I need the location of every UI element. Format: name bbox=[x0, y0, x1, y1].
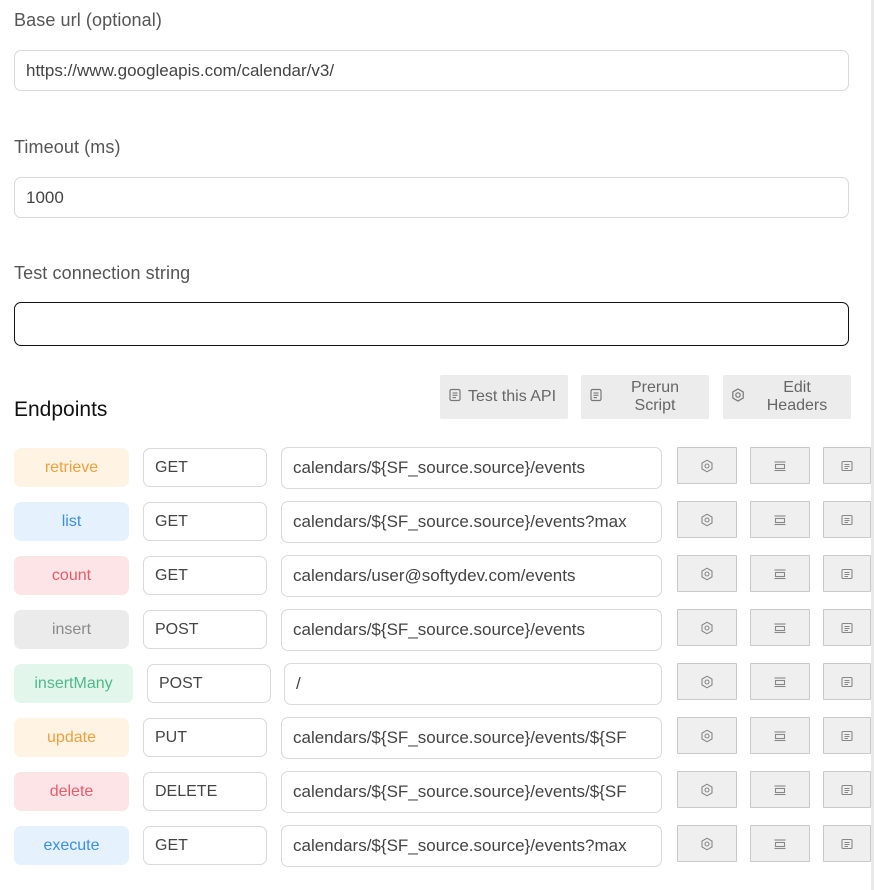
endpoint-document-button[interactable] bbox=[823, 447, 871, 484]
endpoint-row: retrieve bbox=[0, 447, 874, 489]
gear-icon bbox=[700, 837, 714, 851]
endpoint-document-button[interactable] bbox=[823, 771, 871, 808]
endpoint-method-input[interactable] bbox=[143, 556, 267, 595]
gear-icon bbox=[700, 459, 714, 473]
panel-icon bbox=[773, 621, 787, 635]
endpoint-name-badge: insert bbox=[14, 610, 129, 649]
endpoint-name-badge: insertMany bbox=[14, 664, 133, 703]
endpoint-method-input[interactable] bbox=[143, 718, 267, 757]
test-api-label: Test this API bbox=[468, 388, 557, 405]
endpoint-path-input[interactable] bbox=[281, 825, 662, 867]
endpoint-document-button[interactable] bbox=[823, 825, 871, 862]
endpoint-panel-button[interactable] bbox=[750, 663, 810, 700]
endpoint-settings-button[interactable] bbox=[677, 555, 737, 592]
endpoint-path-input[interactable] bbox=[281, 771, 662, 813]
document-icon bbox=[840, 729, 854, 743]
panel-icon bbox=[773, 783, 787, 797]
panel-icon bbox=[773, 513, 787, 527]
base-url-label: Base url (optional) bbox=[14, 10, 162, 30]
endpoint-method-input[interactable] bbox=[147, 664, 271, 703]
test-api-button[interactable]: Test this API bbox=[440, 375, 568, 419]
panel-icon bbox=[773, 459, 787, 473]
endpoint-row: count bbox=[0, 555, 874, 597]
prerun-script-button[interactable]: Prerun Script bbox=[581, 375, 709, 419]
base-url-input[interactable] bbox=[14, 50, 849, 91]
gear-icon bbox=[700, 675, 714, 689]
timeout-label: Timeout (ms) bbox=[14, 137, 121, 157]
document-icon bbox=[589, 388, 603, 407]
endpoint-panel-button[interactable] bbox=[750, 609, 810, 646]
gear-icon bbox=[700, 567, 714, 581]
endpoint-row: insert bbox=[0, 609, 874, 651]
endpoint-document-button[interactable] bbox=[823, 555, 871, 592]
endpoint-name-badge: execute bbox=[14, 826, 129, 865]
gear-icon bbox=[700, 783, 714, 797]
endpoint-method-input[interactable] bbox=[143, 448, 267, 487]
prerun-script-label: Prerun Script bbox=[630, 379, 680, 414]
endpoint-panel-button[interactable] bbox=[750, 825, 810, 862]
test-connection-label: Test connection string bbox=[14, 263, 191, 283]
edit-headers-label: Edit Headers bbox=[766, 379, 828, 414]
document-icon bbox=[840, 621, 854, 635]
edit-headers-button[interactable]: Edit Headers bbox=[723, 375, 851, 419]
endpoint-path-input[interactable] bbox=[281, 447, 662, 489]
endpoint-settings-button[interactable] bbox=[677, 771, 737, 808]
panel-icon bbox=[773, 567, 787, 581]
document-icon bbox=[840, 783, 854, 797]
endpoint-path-input[interactable] bbox=[281, 555, 662, 597]
endpoint-method-input[interactable] bbox=[143, 826, 267, 865]
endpoint-settings-button[interactable] bbox=[677, 825, 737, 862]
endpoint-document-button[interactable] bbox=[823, 717, 871, 754]
endpoint-settings-button[interactable] bbox=[677, 447, 737, 484]
endpoint-name-badge: count bbox=[14, 556, 129, 595]
endpoint-path-input[interactable] bbox=[281, 717, 662, 759]
gear-icon bbox=[700, 621, 714, 635]
endpoint-path-input[interactable] bbox=[284, 663, 662, 705]
endpoint-path-input[interactable] bbox=[281, 501, 662, 543]
endpoint-settings-button[interactable] bbox=[677, 501, 737, 538]
endpoint-row: update bbox=[0, 717, 874, 759]
endpoint-name-badge: update bbox=[14, 718, 129, 757]
endpoint-document-button[interactable] bbox=[823, 663, 871, 700]
endpoint-panel-button[interactable] bbox=[750, 555, 810, 592]
panel-icon bbox=[773, 675, 787, 689]
endpoint-panel-button[interactable] bbox=[750, 501, 810, 538]
endpoint-method-input[interactable] bbox=[143, 772, 267, 811]
endpoint-method-input[interactable] bbox=[143, 502, 267, 541]
document-icon bbox=[840, 513, 854, 527]
endpoint-method-input[interactable] bbox=[143, 610, 267, 649]
endpoint-settings-button[interactable] bbox=[677, 609, 737, 646]
endpoint-name-badge: list bbox=[14, 502, 129, 541]
document-icon bbox=[840, 459, 854, 473]
panel-icon bbox=[773, 729, 787, 743]
endpoint-settings-button[interactable] bbox=[677, 717, 737, 754]
endpoint-path-input[interactable] bbox=[281, 609, 662, 651]
document-icon bbox=[840, 675, 854, 689]
panel-icon bbox=[773, 837, 787, 851]
document-icon bbox=[448, 388, 462, 407]
endpoints-title: Endpoints bbox=[14, 398, 108, 421]
endpoint-panel-button[interactable] bbox=[750, 447, 810, 484]
gear-icon bbox=[700, 513, 714, 527]
gear-icon bbox=[731, 387, 745, 407]
endpoint-settings-button[interactable] bbox=[677, 663, 737, 700]
endpoint-row: insertMany bbox=[0, 663, 874, 705]
endpoint-row: execute bbox=[0, 825, 874, 867]
gear-icon bbox=[700, 729, 714, 743]
document-icon bbox=[840, 837, 854, 851]
timeout-input[interactable] bbox=[14, 177, 849, 218]
endpoint-document-button[interactable] bbox=[823, 501, 871, 538]
endpoint-panel-button[interactable] bbox=[750, 771, 810, 808]
endpoint-document-button[interactable] bbox=[823, 609, 871, 646]
test-connection-input[interactable] bbox=[14, 302, 849, 346]
endpoint-row: delete bbox=[0, 771, 874, 813]
endpoint-name-badge: delete bbox=[14, 772, 129, 811]
endpoint-row: list bbox=[0, 501, 874, 543]
endpoint-panel-button[interactable] bbox=[750, 717, 810, 754]
document-icon bbox=[840, 567, 854, 581]
endpoint-name-badge: retrieve bbox=[14, 448, 129, 487]
